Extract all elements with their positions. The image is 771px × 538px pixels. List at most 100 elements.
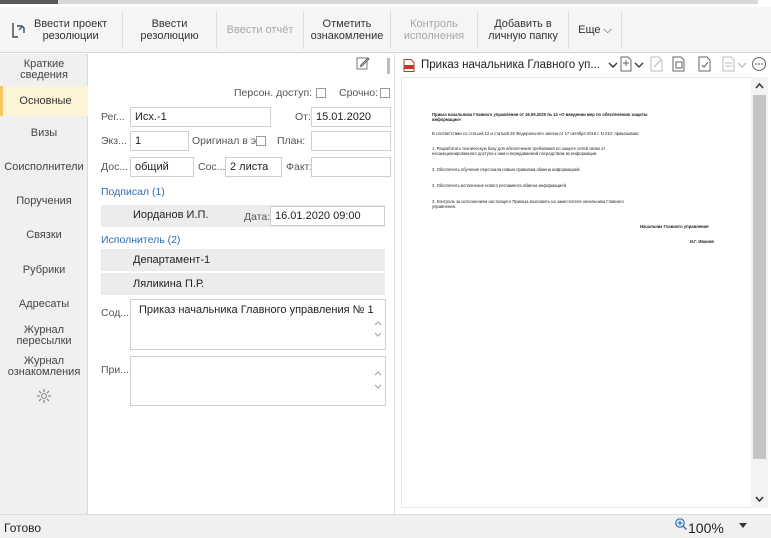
sidebar-item-visas[interactable]: Визы (0, 116, 88, 150)
signer-name: Иорданов И.П. (133, 209, 209, 221)
sidebar-item-main[interactable]: Основные (0, 86, 88, 116)
more-button[interactable]: Еще ⌵ (569, 7, 621, 53)
enter-report-label: Ввести отчёт (226, 24, 294, 36)
note-field[interactable] (130, 356, 386, 406)
scroll-up-icon[interactable] (373, 369, 383, 377)
chevron-down-icon[interactable] (738, 522, 748, 530)
title-strip-dark (0, 0, 58, 4)
title-strip (0, 0, 771, 7)
zoom-in-icon[interactable] (674, 517, 688, 531)
original-label: Оригинал в э... (192, 135, 265, 147)
sidebar-item-label: Соисполнители (4, 160, 84, 173)
scroll-down-icon[interactable] (373, 331, 383, 339)
copy-number-field[interactable]: 1 (130, 131, 189, 151)
add-to-personal-folder-button[interactable]: Добавить в личную папку (478, 7, 568, 53)
executor-section-link[interactable]: Исполнитель (2) (101, 234, 180, 246)
sidebar-item-acquaintance-log[interactable]: Журнал ознакомления (0, 352, 88, 382)
sidebar-item-addressees[interactable]: Адресаты (0, 288, 88, 320)
attach-document-icon[interactable] (697, 56, 713, 72)
sidebar-item-label: Журнал ознакомления (7, 355, 81, 378)
sidebar-item-co-executors[interactable]: Соисполнители (0, 150, 88, 184)
copy-label: Экз... (101, 135, 127, 147)
title-strip-light (58, 0, 758, 4)
composition-field[interactable]: 2 листа (225, 157, 282, 177)
document-viewer: Приказ начальника Главного уп... Приказ … (394, 54, 771, 514)
access-label: Дос... (101, 161, 129, 173)
from-date-field[interactable]: 15.01.2020 (311, 107, 391, 127)
new-document-icon[interactable] (619, 56, 635, 72)
enter-draft-resolution-label: Ввести проект резолюции (34, 18, 108, 42)
scroll-down-icon[interactable] (373, 383, 383, 391)
composition-label: Сос... (198, 161, 226, 173)
sidebar-item-label: Краткие сведения (20, 58, 68, 81)
doc-text-line: Начальник Главного управления (640, 224, 709, 229)
content-label: Сод... (101, 307, 130, 319)
document-properties-icon[interactable] (721, 56, 737, 72)
viewer-scrollbar[interactable] (751, 77, 768, 508)
pdf-icon (403, 58, 415, 72)
doc-text-line: управления. (432, 204, 457, 209)
enter-resolution-button[interactable]: Ввести резолюцию (123, 7, 216, 53)
sidebar-item-label: Рубрики (22, 263, 66, 276)
sidebar-item-label: Основные (19, 94, 72, 107)
sidebar-item-summary[interactable]: Краткие сведения (0, 54, 88, 86)
urgent-label: Срочно: (339, 87, 379, 99)
execution-control-button[interactable]: Контроль исполнения (391, 7, 477, 53)
scan-document-icon[interactable] (671, 56, 687, 72)
toolbar: Ввести проект резолюции Ввести резолюцию… (0, 7, 771, 53)
gear-icon[interactable] (36, 388, 52, 404)
sidebar-item-label: Адресаты (18, 297, 70, 310)
reg-number-label: Рег... (101, 111, 125, 123)
urgent-checkbox[interactable] (380, 88, 390, 98)
scroll-down-icon[interactable] (753, 493, 766, 505)
status-text: Готово (4, 521, 42, 535)
sidebar-item-assignments[interactable]: Поручения (0, 184, 88, 218)
document-tab[interactable]: Приказ начальника Главного уп... (403, 56, 618, 74)
mark-acquaintance-button[interactable]: Отметить ознакомление (304, 7, 390, 53)
scrollbar-thumb[interactable] (753, 95, 766, 459)
panel-splitter[interactable] (387, 58, 390, 74)
doc-text-line: 3. Обеспечить исполнение нового регламен… (432, 183, 568, 188)
executor-name: Департамент-1 (133, 254, 211, 266)
note-label: При... (101, 364, 130, 376)
sidebar-item-label: Связки (26, 228, 62, 241)
sidebar-item-forwarding-log[interactable]: Журнал пересылки (0, 320, 88, 352)
content-field[interactable]: Приказ начальника Главного управления № … (130, 299, 386, 350)
doc-text-line: информации» (432, 117, 462, 122)
fact-label: Факт: (286, 161, 313, 173)
sign-date-field[interactable]: 16.01.2020 09:00 (270, 206, 385, 226)
original-checkbox[interactable] (256, 136, 266, 146)
chevron-down-icon[interactable] (608, 61, 618, 69)
plan-label: План: (277, 135, 306, 147)
sidebar-item-links[interactable]: Связки (0, 218, 88, 252)
fact-field[interactable] (311, 157, 391, 177)
doc-text-line: 2. Обеспечить обучение персонала новым п… (432, 167, 581, 172)
reg-number-field[interactable]: Исх.-1 (130, 107, 271, 127)
doc-text-line: несанкционированного доступа к ним и пер… (432, 151, 598, 156)
personal-access-checkbox[interactable] (316, 88, 326, 98)
plan-field[interactable] (311, 131, 391, 151)
enter-report-button[interactable]: Ввести отчёт (217, 7, 303, 53)
more-options-icon[interactable] (751, 56, 767, 72)
enter-draft-resolution-button[interactable]: Ввести проект резолюции (0, 7, 122, 53)
chevron-down-icon[interactable] (737, 56, 747, 72)
document-tab-label: Приказ начальника Главного уп... (421, 59, 600, 71)
scroll-up-icon[interactable] (373, 319, 383, 327)
sidebar-nav: Краткие сведения Основные Визы Соисполни… (0, 54, 88, 514)
doc-text-line: 3. Контроль за исполнением настоящего Пр… (432, 199, 624, 204)
sidebar-item-label: Поручения (16, 194, 72, 207)
document-page: Приказ начальника Главного управления от… (401, 77, 753, 508)
access-field[interactable]: общий (130, 157, 194, 177)
chevron-down-icon[interactable] (634, 56, 644, 72)
zoom-level[interactable]: 100% (688, 520, 724, 536)
edit-document-icon[interactable] (649, 56, 665, 72)
add-to-personal-folder-label: Добавить в личную папку (488, 18, 558, 42)
doc-text-line: Приказ начальника Главного управления от… (432, 112, 648, 117)
doc-text-line: В соответствии со статьей 12 и статьей 2… (432, 131, 640, 136)
edit-icon[interactable] (356, 56, 370, 70)
scroll-up-icon[interactable] (753, 80, 766, 92)
sidebar-item-rubrics[interactable]: Рубрики (0, 252, 88, 288)
content-field-text: Приказ начальника Главного управления № … (139, 304, 374, 316)
signed-section-link[interactable]: Подписал (1) (101, 186, 165, 198)
execution-control-label: Контроль исполнения (403, 18, 465, 42)
